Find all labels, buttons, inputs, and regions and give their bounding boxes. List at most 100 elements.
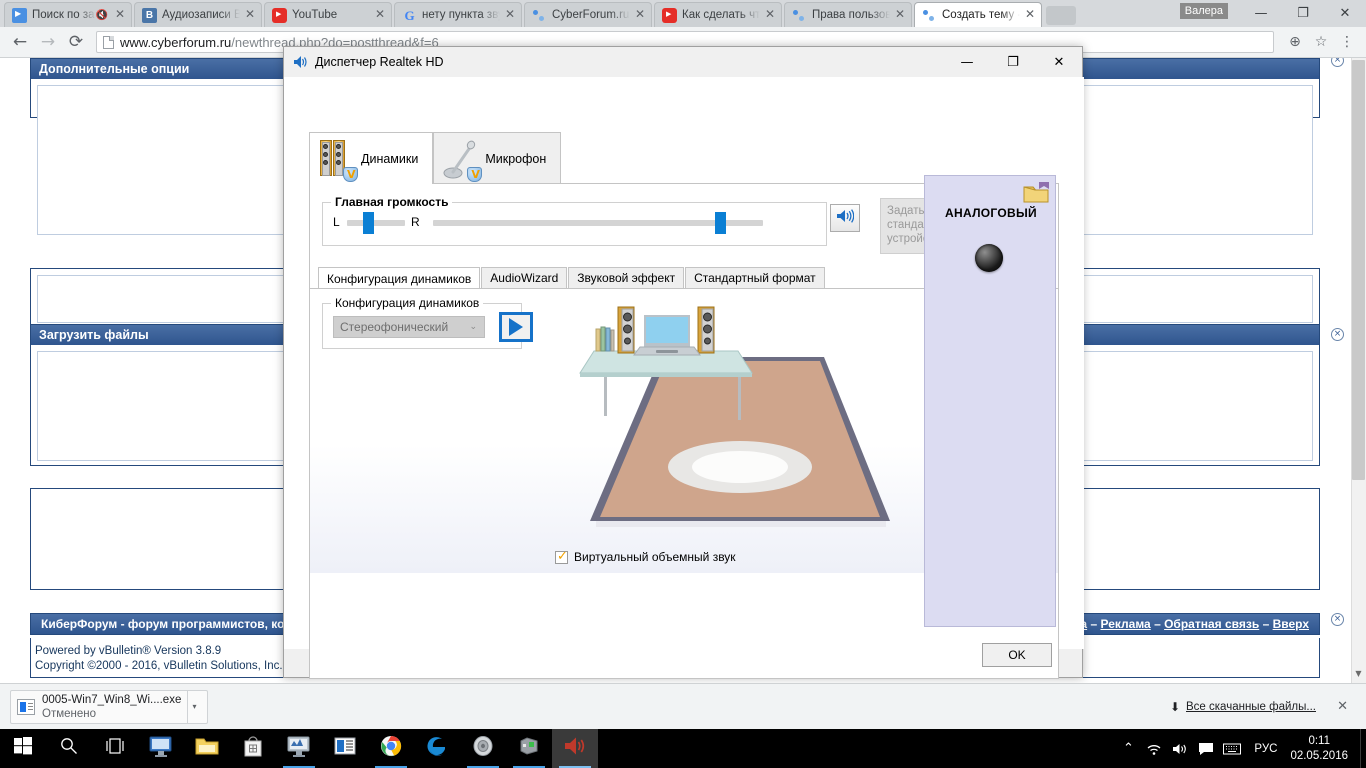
- tab-label: Поиск по за: [32, 9, 95, 21]
- taskbar-app-monitor[interactable]: [138, 729, 184, 768]
- show-desktop-button[interactable]: [1360, 729, 1366, 768]
- search-button[interactable]: [46, 729, 92, 768]
- browser-tab-1[interactable]: B Аудиозаписи В ✕: [134, 2, 262, 27]
- virtual-surround-label: Виртуальный объемный звук: [574, 550, 736, 564]
- reload-button[interactable]: ⟳: [62, 28, 90, 56]
- browser-tab-2[interactable]: YouTube ✕: [264, 2, 392, 27]
- download-bar-close-icon[interactable]: ✕: [1337, 699, 1348, 714]
- taskbar-app-device[interactable]: [506, 729, 552, 768]
- chrome-menu-icon[interactable]: ⋮: [1334, 29, 1360, 55]
- tab-speakers-label: Динамики: [361, 151, 419, 166]
- taskbar-app-edge[interactable]: [414, 729, 460, 768]
- page-info-icon[interactable]: [103, 35, 114, 49]
- show-all-downloads-label: Все скачанные файлы...: [1186, 700, 1316, 713]
- tab-label: Как сделать чт: [682, 9, 760, 21]
- master-volume-slider-track[interactable]: [433, 220, 763, 226]
- speaker-configuration-value: Стереофонический: [340, 320, 449, 334]
- subtab-audiowizard[interactable]: AudioWizard: [481, 267, 568, 288]
- folder-icon[interactable]: [1022, 182, 1050, 204]
- test-playback-button[interactable]: [499, 312, 533, 342]
- browser-tab-4[interactable]: CyberForum.ru ✕: [524, 2, 652, 27]
- task-view-button[interactable]: [92, 729, 138, 768]
- browser-tab-5[interactable]: Как сделать чт ✕: [654, 2, 782, 27]
- tab-close-icon[interactable]: ✕: [243, 8, 257, 22]
- task-view-icon: [105, 738, 125, 759]
- realtek-minimize-button[interactable]: —: [944, 47, 990, 77]
- new-tab-button[interactable]: [1046, 6, 1076, 25]
- balance-slider-thumb[interactable]: [363, 212, 374, 234]
- tab-close-icon[interactable]: ✕: [373, 8, 387, 22]
- scroll-down-icon[interactable]: ▼: [1352, 667, 1365, 681]
- virtual-surround-row[interactable]: Виртуальный объемный звук: [555, 549, 736, 564]
- forward-button[interactable]: →: [34, 28, 62, 56]
- realtek-close-button[interactable]: ✕: [1036, 47, 1082, 77]
- zoom-icon[interactable]: ⊕: [1282, 29, 1308, 55]
- youtube-icon: [272, 7, 287, 23]
- browser-tabstrip: Поиск по за 🔇 ✕ B Аудиозаписи В ✕ YouTub…: [0, 0, 1366, 27]
- subtab-speaker-config[interactable]: Конфигурация динамиков: [318, 267, 481, 289]
- taskbar-app-store[interactable]: [230, 729, 276, 768]
- bookmark-star-icon[interactable]: ☆: [1308, 29, 1334, 55]
- audio-jack-icon[interactable]: [975, 244, 1003, 272]
- taskbar-app-explorer[interactable]: [184, 729, 230, 768]
- clock[interactable]: 0:11 02.05.2016: [1286, 734, 1360, 764]
- download-menu-chevron-icon[interactable]: ▾: [187, 689, 201, 724]
- footer-link-feedback[interactable]: Обратная связь: [1164, 617, 1259, 631]
- profile-name-chip[interactable]: Валера: [1179, 3, 1228, 19]
- collapse-icon-3[interactable]: ×: [1331, 613, 1344, 626]
- tab-close-icon[interactable]: ✕: [503, 8, 517, 22]
- realtek-titlebar[interactable]: Диспетчер Realtek HD — ❐ ✕: [284, 47, 1082, 77]
- folder-icon: [195, 736, 219, 761]
- minimize-button[interactable]: —: [1240, 0, 1282, 27]
- browser-tab-6[interactable]: Права пользов ✕: [784, 2, 912, 27]
- keyboard-icon[interactable]: [1219, 729, 1245, 768]
- speakers-icon: [318, 138, 358, 182]
- tab-close-icon[interactable]: ✕: [1023, 8, 1037, 22]
- collapse-icon-2[interactable]: ×: [1331, 328, 1344, 341]
- tab-microphone[interactable]: Микрофон: [433, 132, 562, 184]
- browser-tab-7[interactable]: Создать тему - ✕: [914, 2, 1042, 27]
- footer-link-ads[interactable]: Реклама: [1100, 617, 1150, 631]
- taskbar-app-media[interactable]: [276, 729, 322, 768]
- browser-tab-0[interactable]: Поиск по за 🔇 ✕: [4, 2, 132, 27]
- play-icon: [509, 318, 523, 336]
- show-all-downloads-link[interactable]: ⬇ Все скачанные файлы...: [1170, 700, 1316, 714]
- tab-close-icon[interactable]: ✕: [763, 8, 777, 22]
- taskbar-app-news[interactable]: [322, 729, 368, 768]
- taskbar-app-speaker[interactable]: [460, 729, 506, 768]
- master-volume-slider-thumb[interactable]: [715, 212, 726, 234]
- page-scroll-thumb[interactable]: [1352, 60, 1365, 480]
- tab-close-icon[interactable]: ✕: [633, 8, 647, 22]
- realtek-maximize-button[interactable]: ❐: [990, 47, 1036, 77]
- tab-close-icon[interactable]: ✕: [113, 8, 127, 22]
- volume-icon[interactable]: [1167, 729, 1193, 768]
- subtab-default-format[interactable]: Стандартный формат: [685, 267, 825, 288]
- taskbar-app-chrome[interactable]: [368, 729, 414, 768]
- speaker-configuration-select[interactable]: Стереофонический ⌄: [333, 316, 485, 338]
- tab-close-icon[interactable]: ✕: [893, 8, 907, 22]
- network-icon[interactable]: [1141, 729, 1167, 768]
- subtab-sound-effect[interactable]: Звуковой эффект: [568, 267, 685, 288]
- tray-chevron-icon[interactable]: ⌃: [1115, 729, 1141, 768]
- balance-slider-track[interactable]: [347, 220, 405, 226]
- action-center-icon[interactable]: [1193, 729, 1219, 768]
- back-button[interactable]: ←: [6, 28, 34, 56]
- tab-speakers[interactable]: Динамики: [309, 132, 434, 184]
- browser-tab-3[interactable]: G нету пункта зву ✕: [394, 2, 522, 27]
- language-indicator[interactable]: РУС: [1245, 743, 1286, 755]
- virtual-surround-checkbox[interactable]: [555, 549, 568, 564]
- mute-toggle-button[interactable]: [830, 204, 860, 232]
- collapse-icon-1[interactable]: ×: [1331, 58, 1344, 67]
- taskbar-app-realtek[interactable]: [552, 729, 598, 768]
- maximize-button[interactable]: ❐: [1282, 0, 1324, 27]
- speaker-configuration-group: Конфигурация динамиков Стереофонический …: [322, 296, 533, 349]
- master-volume-legend: Главная громкость: [331, 195, 453, 209]
- start-button[interactable]: [0, 729, 46, 768]
- speaker-icon: [472, 735, 494, 762]
- mute-icon[interactable]: 🔇: [96, 10, 108, 21]
- ok-button[interactable]: OK: [982, 643, 1052, 667]
- footer-link-top[interactable]: Вверх: [1273, 617, 1309, 631]
- volume-icon: [563, 735, 587, 762]
- close-button[interactable]: ✕: [1324, 0, 1366, 27]
- download-item[interactable]: 0005-Win7_Win8_Wi....exe Отменено ▾: [10, 689, 208, 724]
